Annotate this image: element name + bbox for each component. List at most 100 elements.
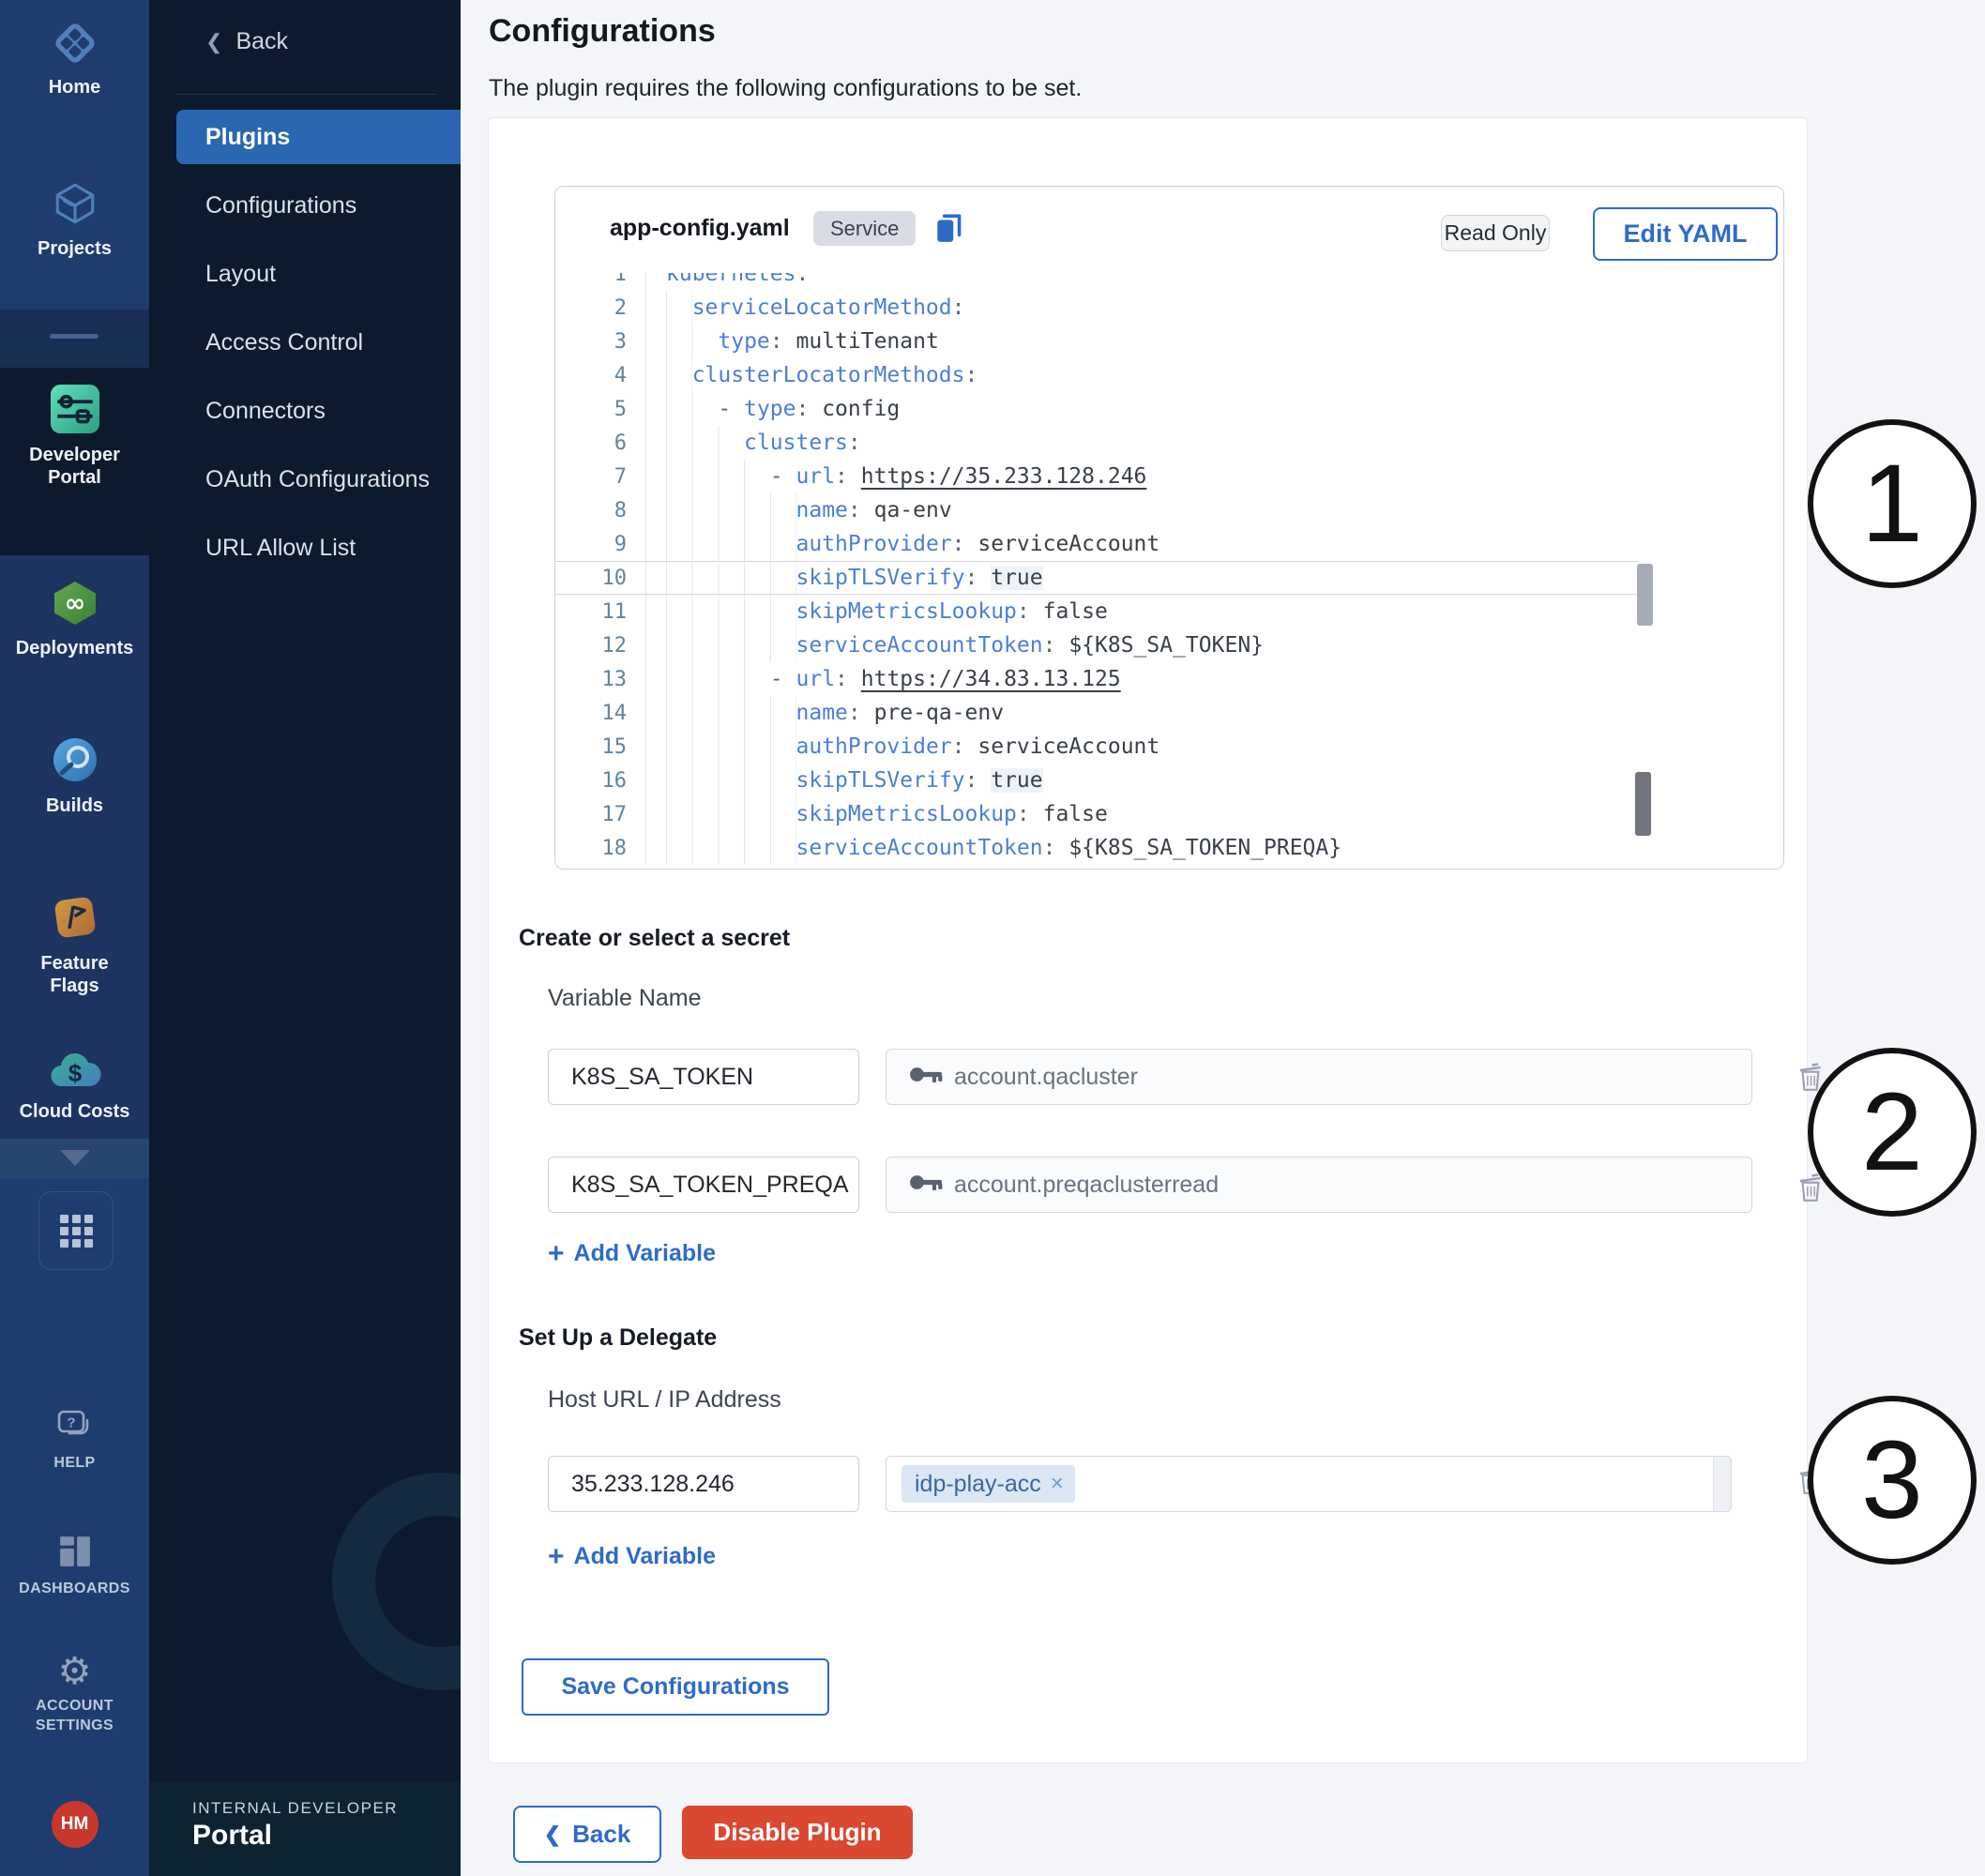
code-line: 2serviceLocatorMethod: bbox=[555, 291, 1639, 325]
code-line: 1kubernetes: bbox=[555, 273, 1639, 291]
save-configurations-button[interactable]: Save Configurations bbox=[522, 1658, 829, 1716]
avatar: HM bbox=[52, 1801, 98, 1848]
back-button[interactable]: ❮ Back bbox=[513, 1806, 661, 1863]
nav-item-layout[interactable]: Layout bbox=[149, 247, 461, 301]
sidebar-item-projects[interactable]: Projects bbox=[0, 180, 149, 260]
code-line: 6clusters: bbox=[555, 426, 1639, 460]
delegate-tags-input[interactable]: idp-play-acc × bbox=[886, 1456, 1732, 1512]
annotation-circle-1: 1 bbox=[1808, 419, 1977, 588]
key-icon bbox=[909, 1066, 943, 1088]
scrollbar-thumb[interactable] bbox=[1637, 564, 1653, 626]
editor-header: app-config.yaml Service Read Only Edit Y… bbox=[555, 187, 1783, 273]
code-line: 3type: multiTenant bbox=[555, 325, 1639, 358]
code-line: 11skipMetricsLookup: false bbox=[555, 595, 1639, 628]
sidebar-item-label: Feature Flags bbox=[14, 952, 136, 997]
rail-mid-section bbox=[0, 310, 149, 368]
variable-name-label: Variable Name bbox=[548, 985, 702, 1012]
sidebar-item-home[interactable]: Home bbox=[0, 21, 149, 98]
add-variable-link[interactable]: + Add Variable bbox=[548, 1543, 716, 1570]
copy-icon[interactable] bbox=[934, 211, 964, 250]
nav-item-label: OAuth Configurations bbox=[205, 466, 430, 493]
secret-select[interactable]: account.preqaclusterread bbox=[886, 1157, 1752, 1213]
nav-item-connectors[interactable]: Connectors bbox=[149, 384, 461, 438]
variable-name-value: K8S_SA_TOKEN bbox=[571, 1064, 753, 1091]
nav-item-plugins[interactable]: Plugins bbox=[176, 110, 461, 164]
nav-item-label: Access Control bbox=[205, 329, 363, 356]
home-icon bbox=[53, 21, 98, 70]
grid-icon bbox=[60, 1215, 93, 1248]
module-browser-button[interactable] bbox=[38, 1191, 114, 1270]
delegate-tag-chip[interactable]: idp-play-acc × bbox=[902, 1465, 1075, 1503]
app-window: Home Projects Developer Portal ∞ Deploym… bbox=[0, 0, 1985, 1876]
sidebar-footer: INTERNAL DEVELOPER Portal bbox=[149, 1782, 461, 1876]
deployments-icon: ∞ bbox=[51, 580, 99, 631]
sidebar-item-label: Cloud Costs bbox=[14, 1100, 136, 1123]
sidebar-item-feature-flags[interactable]: Feature Flags bbox=[0, 893, 149, 997]
module-rail: Home Projects Developer Portal ∞ Deploym… bbox=[0, 0, 149, 1876]
code-line: 13- url: https://34.83.13.125 bbox=[555, 662, 1639, 696]
dashboards-icon bbox=[58, 1535, 92, 1573]
sidebar-item-cloud-costs[interactable]: $ Cloud Costs bbox=[0, 1047, 149, 1123]
nav-item-url-allow-list[interactable]: URL Allow List bbox=[149, 521, 461, 575]
annotation-number: 1 bbox=[1861, 440, 1923, 567]
sidebar-item-label: HELP bbox=[19, 1453, 131, 1473]
tags-scrollbar[interactable] bbox=[1713, 1457, 1731, 1511]
variable-name-input[interactable]: K8S_SA_TOKEN bbox=[548, 1049, 859, 1105]
sidebar-item-account-settings[interactable]: ⚙ ACCOUNT SETTINGS bbox=[0, 1653, 149, 1735]
footer-title: Portal bbox=[192, 1820, 272, 1852]
remove-tag-icon[interactable]: × bbox=[1051, 1471, 1064, 1497]
nav-item-configurations[interactable]: Configurations bbox=[149, 178, 461, 233]
back-nav[interactable]: ❮ Back bbox=[205, 28, 288, 55]
yaml-editor: app-config.yaml Service Read Only Edit Y… bbox=[554, 186, 1784, 870]
chevron-down-icon bbox=[60, 1150, 90, 1166]
add-variable-label: Add Variable bbox=[574, 1543, 716, 1570]
variable-name-input[interactable]: K8S_SA_TOKEN_PREQA bbox=[548, 1157, 859, 1213]
footer-eyebrow: INTERNAL DEVELOPER bbox=[192, 1799, 398, 1818]
rail-collapse-chevron[interactable] bbox=[0, 1150, 149, 1166]
code-viewport[interactable]: 1kubernetes:2serviceLocatorMethod:3type:… bbox=[555, 273, 1783, 869]
user-avatar-item[interactable]: HM bbox=[0, 1801, 149, 1848]
sidebar-item-label: Projects bbox=[14, 237, 136, 260]
add-variable-link[interactable]: + Add Variable bbox=[548, 1240, 716, 1267]
code-line: 15authProvider: serviceAccount bbox=[555, 730, 1639, 764]
secrets-section-title: Create or select a secret bbox=[519, 925, 790, 952]
sidebar-item-dashboards[interactable]: DASHBOARDS bbox=[0, 1535, 149, 1598]
code-line: 16skipTLSVerify: true bbox=[555, 764, 1639, 797]
feature-flags-icon bbox=[51, 893, 99, 946]
plus-icon: + bbox=[548, 1545, 565, 1569]
sidebar-item-label: DASHBOARDS bbox=[19, 1579, 131, 1598]
host-url-label: Host URL / IP Address bbox=[548, 1386, 781, 1414]
plugin-sidebar: ❮ Back Plugins Configurations Layout Acc… bbox=[149, 0, 461, 1876]
host-url-input[interactable]: 35.233.128.246 bbox=[548, 1456, 859, 1512]
nav-item-oauth-configurations[interactable]: OAuth Configurations bbox=[149, 452, 461, 507]
disable-plugin-label: Disable Plugin bbox=[713, 1818, 881, 1847]
gear-icon: ⚙ bbox=[58, 1653, 92, 1690]
code-line: 8name: qa-env bbox=[555, 493, 1639, 527]
sidebar-item-deployments[interactable]: ∞ Deployments bbox=[0, 580, 149, 659]
nav-divider bbox=[176, 94, 435, 95]
code-line: 5- type: config bbox=[555, 392, 1639, 426]
secret-select[interactable]: account.qacluster bbox=[886, 1049, 1752, 1105]
nav-item-label: Connectors bbox=[205, 398, 326, 425]
chevron-left-icon: ❮ bbox=[205, 30, 222, 54]
back-label: Back bbox=[572, 1820, 630, 1849]
code-line: 14name: pre-qa-env bbox=[555, 696, 1639, 730]
file-name: app-config.yaml bbox=[610, 215, 790, 242]
edit-yaml-button[interactable]: Edit YAML bbox=[1593, 207, 1778, 261]
builds-icon bbox=[51, 737, 99, 789]
scrollbar-thumb[interactable] bbox=[1635, 772, 1651, 836]
annotation-circle-2: 2 bbox=[1808, 1048, 1977, 1217]
chevron-left-icon: ❮ bbox=[544, 1823, 561, 1847]
sidebar-item-developer-portal[interactable]: Developer Portal bbox=[0, 385, 149, 489]
code-line: 18serviceAccountToken: ${K8S_SA_TOKEN_PR… bbox=[555, 831, 1639, 865]
sidebar-item-builds[interactable]: Builds bbox=[0, 737, 149, 817]
annotation-circle-3: 3 bbox=[1808, 1396, 1977, 1565]
nav-item-access-control[interactable]: Access Control bbox=[149, 315, 461, 370]
help-icon: ? bbox=[56, 1409, 94, 1447]
host-url-value: 35.233.128.246 bbox=[571, 1471, 735, 1498]
sidebar-item-label: Developer Portal bbox=[14, 444, 136, 489]
sidebar-item-label: ACCOUNT SETTINGS bbox=[19, 1696, 131, 1735]
back-label: Back bbox=[235, 28, 288, 55]
sidebar-item-help[interactable]: ? HELP bbox=[0, 1409, 149, 1473]
disable-plugin-button[interactable]: Disable Plugin bbox=[682, 1806, 913, 1859]
